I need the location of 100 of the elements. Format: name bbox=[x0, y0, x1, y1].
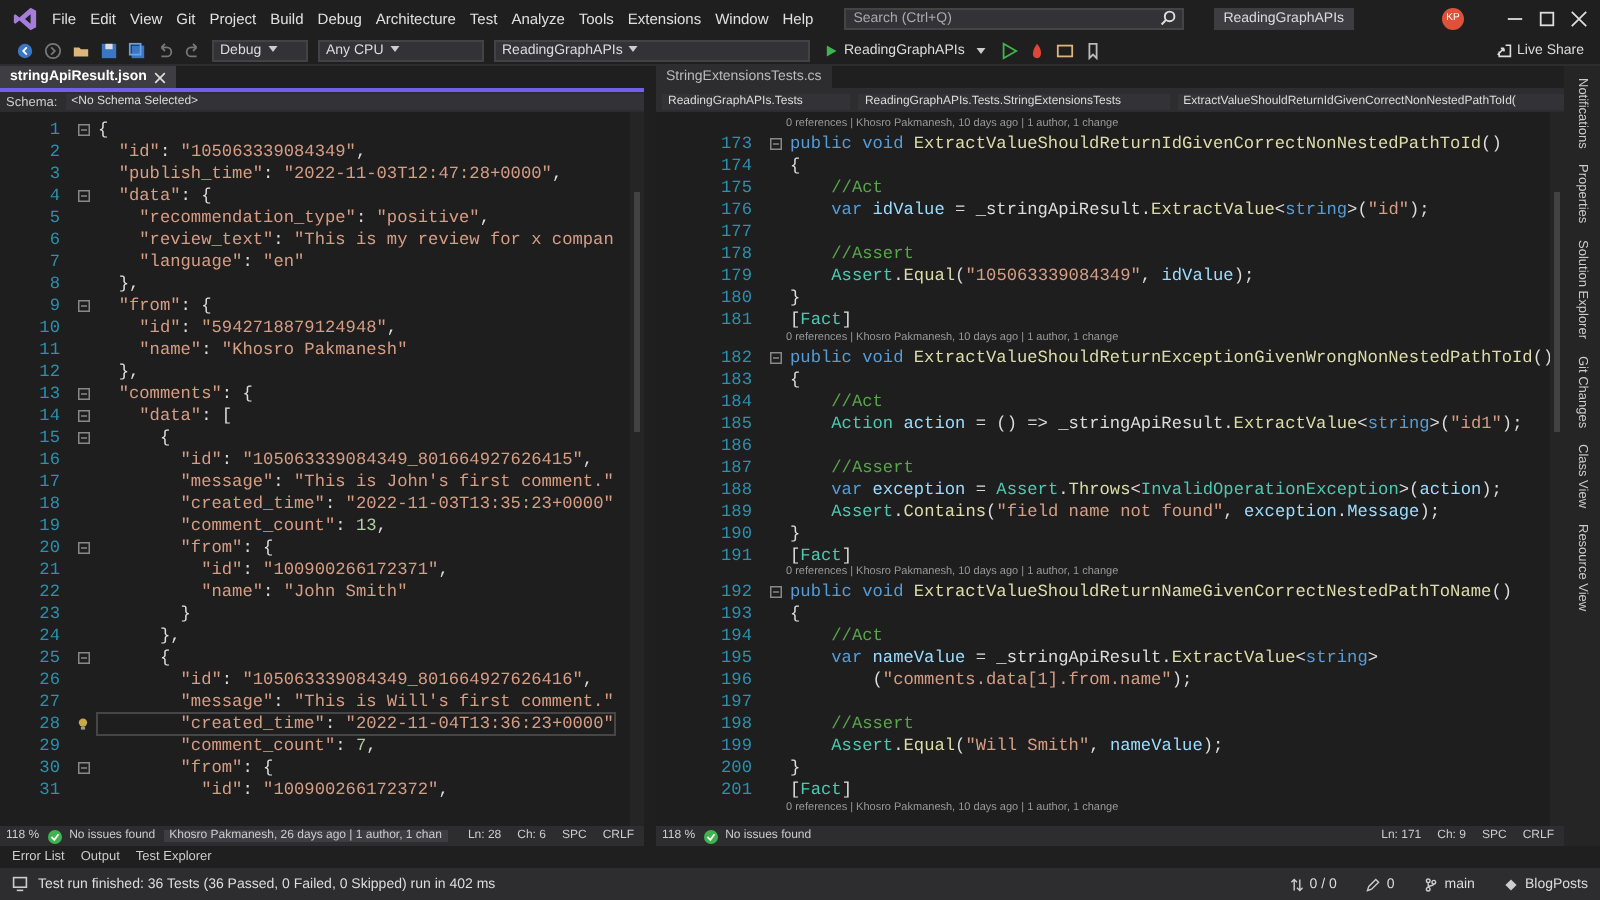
code-line: } bbox=[790, 288, 801, 309]
forward-icon[interactable] bbox=[44, 41, 62, 59]
code-line: "id": "100900266172372", bbox=[199, 779, 449, 799]
caret-icon bbox=[628, 46, 639, 53]
code-line: //Assert bbox=[829, 714, 914, 735]
line-number: 22 bbox=[37, 581, 60, 601]
code-line: var idValue = _stringApiResult.ExtractValue<string>("id"); bbox=[829, 200, 1430, 221]
line-number: 187 bbox=[719, 457, 752, 478]
code-line: "id": "5942718879124948", bbox=[137, 317, 398, 337]
code-line: } bbox=[178, 603, 191, 623]
line-number: 198 bbox=[719, 714, 752, 735]
line-number: 191 bbox=[719, 545, 752, 566]
line-number: 179 bbox=[719, 266, 752, 287]
code-line: ("comments.data[1].from.name"); bbox=[870, 670, 1193, 691]
code-line: Assert.Equal("105063339084349", idValue); bbox=[829, 266, 1255, 287]
collapse-icon[interactable] bbox=[78, 299, 90, 311]
code-line: { bbox=[98, 119, 109, 139]
code-line: var exception = Assert.Throws<InvalidOperationException>(action); bbox=[829, 479, 1502, 500]
code-line: public void ExtractValueShouldReturnExceptionGivenWrongNonNestedPathToId() bbox=[790, 347, 1554, 368]
check-icon bbox=[47, 829, 62, 843]
line-number: 19 bbox=[37, 515, 60, 535]
collapse-icon[interactable] bbox=[78, 387, 90, 399]
collapse-icon[interactable] bbox=[770, 138, 782, 151]
collapse-icon[interactable] bbox=[770, 586, 782, 599]
code-line: "name": "John Smith" bbox=[199, 581, 408, 601]
code-line: "created_time": "2022-11-04T13:36:23+0000" bbox=[98, 713, 614, 733]
collapse-icon[interactable] bbox=[78, 651, 90, 663]
collapse-icon[interactable] bbox=[78, 541, 90, 553]
code-line: { bbox=[157, 427, 171, 447]
share-icon bbox=[1495, 42, 1512, 58]
line-number: 8 bbox=[47, 273, 60, 293]
collapse-icon[interactable] bbox=[78, 761, 90, 773]
line-number: 193 bbox=[719, 604, 752, 625]
diamond-icon bbox=[1504, 877, 1519, 891]
save-icon[interactable] bbox=[100, 41, 118, 59]
code-line: "name": "Khosro Pakmanesh" bbox=[137, 339, 408, 359]
line-number: 10 bbox=[37, 317, 60, 337]
line-number: 188 bbox=[719, 479, 752, 500]
maximize-icon[interactable] bbox=[1538, 9, 1556, 27]
code-line: "comments": { bbox=[116, 383, 253, 403]
code-line: Action action = () => _stringApiResult.ExtractValue<string>("id1"); bbox=[829, 413, 1523, 434]
line-number: 175 bbox=[719, 178, 752, 199]
line-number: 185 bbox=[719, 413, 752, 434]
collapse-icon[interactable] bbox=[78, 431, 90, 443]
code-line: "comment_count": 13, bbox=[178, 515, 387, 535]
code-line: "id": "105063339084349_801664927626416", bbox=[178, 669, 594, 689]
code-line: "data": { bbox=[116, 185, 212, 205]
line-number: 31 bbox=[37, 779, 60, 799]
undo-icon[interactable] bbox=[156, 41, 174, 59]
line-number: 182 bbox=[719, 347, 752, 368]
code-line: Assert.Equal("Will Smith", nameValue); bbox=[829, 736, 1224, 757]
code-line: }, bbox=[116, 361, 140, 381]
collapse-icon[interactable] bbox=[78, 123, 90, 135]
code-line: "review_text": "This is my review for x compan bbox=[137, 229, 614, 249]
redo-icon[interactable] bbox=[184, 41, 202, 59]
code-line: "id": "100900266172371", bbox=[199, 559, 449, 579]
line-number: 16 bbox=[37, 449, 60, 469]
caret-icon bbox=[267, 46, 278, 53]
play-outline-icon[interactable] bbox=[1000, 41, 1019, 59]
line-number: 27 bbox=[37, 691, 60, 711]
code-line: Assert.Contains("field name not found", exception.Message); bbox=[829, 501, 1441, 522]
bookmark-icon[interactable] bbox=[1084, 41, 1103, 59]
line-number: 29 bbox=[37, 735, 60, 755]
save-all-icon[interactable] bbox=[128, 41, 146, 59]
close-icon[interactable] bbox=[154, 71, 167, 83]
code-line: "id": "105063339084349", bbox=[116, 141, 367, 161]
line-number: 200 bbox=[719, 758, 752, 779]
line-number: 189 bbox=[719, 501, 752, 522]
folder-icon[interactable] bbox=[72, 41, 90, 59]
line-number: 180 bbox=[719, 288, 752, 309]
code-line: } bbox=[790, 758, 801, 779]
code-line: public void ExtractValueShouldReturnNameGivenCorrectNestedPathToName() bbox=[790, 582, 1513, 603]
window-icon[interactable] bbox=[1056, 41, 1075, 59]
line-number: 186 bbox=[719, 435, 752, 456]
back-icon[interactable] bbox=[16, 41, 34, 59]
line-number: 184 bbox=[719, 391, 752, 412]
line-number: 18 bbox=[37, 493, 60, 513]
line-number: 199 bbox=[719, 736, 752, 757]
code-line: "message": "This is John's first comment." bbox=[178, 471, 614, 491]
code-line: "language": "en" bbox=[137, 251, 305, 271]
code-line: "recommendation_type": "positive", bbox=[137, 207, 491, 227]
close-icon[interactable] bbox=[1570, 9, 1588, 27]
collapse-icon[interactable] bbox=[78, 409, 90, 421]
line-number: 192 bbox=[719, 582, 752, 603]
line-number: 181 bbox=[719, 310, 752, 331]
play-icon bbox=[824, 43, 838, 57]
line-number: 25 bbox=[37, 647, 60, 667]
output-icon bbox=[12, 876, 28, 892]
code-line: "from": { bbox=[116, 295, 212, 315]
line-number: 23 bbox=[37, 603, 60, 623]
line-number: 24 bbox=[37, 625, 60, 645]
line-number: 173 bbox=[719, 134, 752, 155]
caret-icon bbox=[389, 46, 400, 53]
lightbulb-icon[interactable] bbox=[76, 715, 90, 731]
code-line: }, bbox=[157, 625, 181, 645]
collapse-icon[interactable] bbox=[770, 351, 782, 364]
line-number: 196 bbox=[719, 670, 752, 691]
line-number: 20 bbox=[37, 537, 60, 557]
collapse-icon[interactable] bbox=[78, 189, 90, 201]
code-line: { bbox=[790, 369, 801, 390]
